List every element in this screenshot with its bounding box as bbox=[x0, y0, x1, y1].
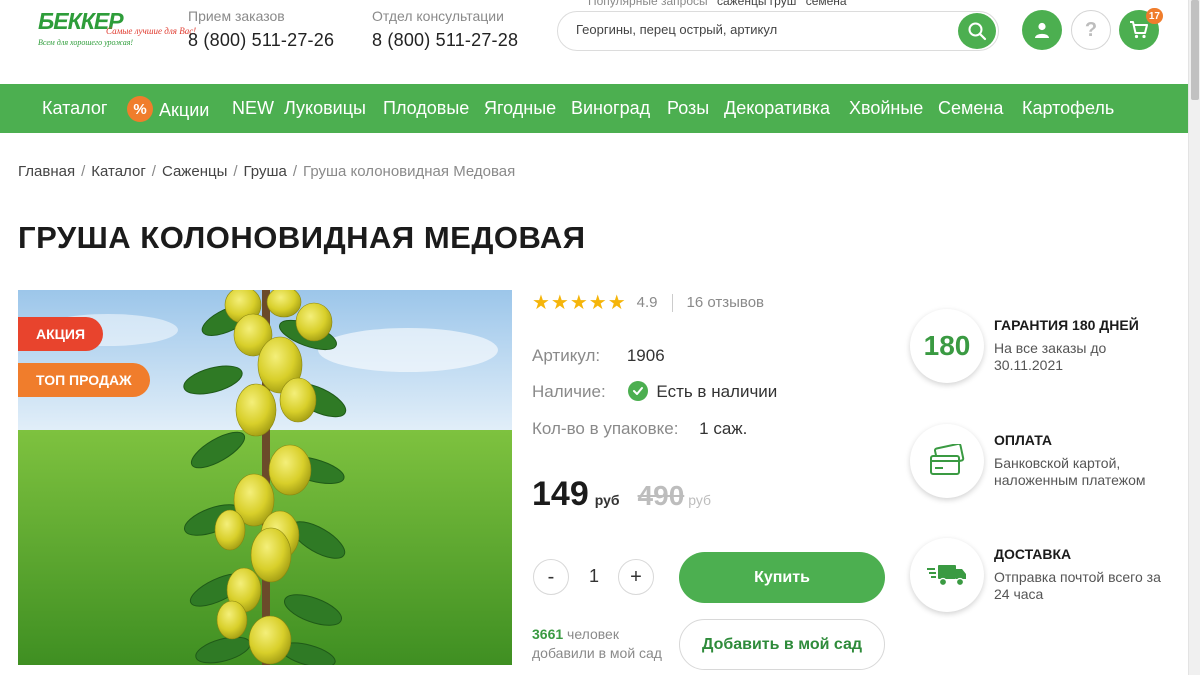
buy-button[interactable]: Купить bbox=[679, 552, 885, 603]
availability-label: Наличие: bbox=[532, 382, 606, 401]
breadcrumb-current: Груша колоновидная Медовая bbox=[303, 163, 516, 180]
question-icon: ? bbox=[1084, 18, 1098, 41]
guarantee-days-value: 180 bbox=[923, 330, 971, 361]
added-to-garden-count: 3661 человек добавили в мой сад bbox=[532, 625, 662, 663]
order-phone-number[interactable]: 8 (800) 511-27-26 bbox=[188, 30, 334, 51]
check-icon bbox=[628, 380, 649, 401]
nav-item-catalog[interactable]: Каталог bbox=[42, 98, 107, 119]
rating-divider bbox=[671, 293, 673, 312]
availability-row: Наличие: Есть в наличии bbox=[532, 380, 778, 403]
nav-item-potatoes[interactable]: Картофель bbox=[1022, 98, 1114, 119]
user-icon bbox=[1035, 22, 1049, 38]
cart-icon bbox=[1130, 21, 1148, 39]
payment-title: ОПЛАТА bbox=[994, 432, 1052, 448]
main-nav: Каталог % Акции NEW Луковицы Плодовые Яго… bbox=[0, 84, 1188, 133]
payment-text: Банковской картой, наложенным платежом bbox=[994, 455, 1146, 488]
qty-increase-button[interactable]: + bbox=[618, 559, 654, 595]
nav-item-promo-label: Акции bbox=[159, 99, 210, 120]
site-logo[interactable]: БЕККЕР Самые лучшие для Вас! Всем для хо… bbox=[36, 8, 196, 48]
nav-item-berries[interactable]: Ягодные bbox=[484, 98, 556, 119]
qty-decrease-button[interactable]: - bbox=[533, 559, 569, 595]
consult-phone-label: Отдел консультации bbox=[372, 8, 504, 24]
pack-qty-row: Кол-во в упаковке: 1 саж. bbox=[532, 419, 747, 439]
site-header: БЕККЕР Самые лучшие для Вас! Всем для хо… bbox=[0, 0, 1188, 84]
price-old-currency: руб bbox=[688, 492, 712, 508]
nav-item-fruit[interactable]: Плодовые bbox=[383, 98, 469, 119]
nav-item-promo[interactable]: % Акции bbox=[127, 96, 210, 124]
search-icon bbox=[968, 22, 987, 41]
added-count-text: человек bbox=[567, 626, 619, 642]
nav-item-decorative[interactable]: Декоративка bbox=[724, 98, 830, 119]
price-old: 490 bbox=[637, 480, 685, 511]
pack-qty-value: 1 саж. bbox=[699, 419, 748, 438]
page-title: ГРУША КОЛОНОВИДНАЯ МЕДОВАЯ bbox=[18, 220, 586, 255]
pack-qty-label: Кол-во в упаковке: bbox=[532, 419, 679, 438]
help-button[interactable]: ? bbox=[1071, 10, 1111, 50]
delivery-truck-icon bbox=[927, 565, 966, 587]
sku-row: Артикул: 1906 bbox=[532, 346, 665, 366]
search-bar bbox=[557, 11, 999, 51]
account-button[interactable] bbox=[1022, 10, 1062, 50]
price-currency: руб bbox=[594, 492, 620, 508]
added-count-text-2: добавили в мой сад bbox=[532, 645, 662, 661]
price-current: 149 bbox=[532, 475, 589, 513]
sale-tag: АКЦИЯ bbox=[18, 317, 104, 351]
delivery-text: Отправка почтой всего за 24 часа bbox=[994, 569, 1161, 602]
rating-value: 4.9 bbox=[636, 294, 658, 311]
nav-item-new[interactable]: NEW bbox=[232, 98, 274, 119]
nav-item-seeds[interactable]: Семена bbox=[938, 98, 1003, 119]
order-phone-block: Прием заказов 8 (800) 511-27-26 bbox=[188, 8, 334, 51]
percent-icon: % bbox=[127, 96, 153, 122]
breadcrumb-separator: / bbox=[292, 163, 298, 180]
nav-item-roses[interactable]: Розы bbox=[667, 98, 709, 119]
price-block: 149 руб 490 руб bbox=[532, 475, 711, 514]
guarantee-badge: 180 bbox=[910, 309, 984, 383]
qty-value[interactable]: 1 bbox=[582, 566, 606, 587]
product-image[interactable]: АКЦИЯ ТОП ПРОДАЖ bbox=[18, 290, 512, 665]
consult-phone-number[interactable]: 8 (800) 511-27-28 bbox=[372, 30, 518, 51]
breadcrumb: Главная / Каталог / Саженцы / Груша / Груша коло… bbox=[18, 163, 515, 180]
consult-phone-block: Отдел консультации 8 (800) 511-27-28 bbox=[372, 8, 518, 51]
payment-badge bbox=[910, 424, 984, 498]
breadcrumb-separator: / bbox=[233, 163, 238, 180]
sku-label: Артикул: bbox=[532, 346, 601, 365]
delivery-badge bbox=[910, 538, 984, 612]
search-button[interactable] bbox=[958, 13, 996, 49]
breadcrumb-separator: / bbox=[151, 163, 156, 180]
credit-card-icon bbox=[930, 444, 965, 475]
rating-stars-icon: ★★★★★ bbox=[532, 292, 627, 314]
order-phone-label: Прием заказов bbox=[188, 8, 285, 24]
guarantee-text: На все заказы до 30.11.2021 bbox=[994, 340, 1107, 373]
page-scrollbar[interactable] bbox=[1188, 0, 1200, 675]
guarantee-title: ГАРАНТИЯ 180 ДНЕЙ bbox=[994, 317, 1139, 333]
product-rating: ★★★★★ 4.9 16 отзывов bbox=[532, 290, 764, 315]
cart-count-badge: 17 bbox=[1145, 8, 1163, 24]
breadcrumb-link[interactable]: Каталог bbox=[91, 163, 146, 180]
bestseller-tag: ТОП ПРОДАЖ bbox=[18, 363, 150, 397]
nav-item-bulbs[interactable]: Луковицы bbox=[284, 98, 366, 119]
search-input[interactable] bbox=[576, 22, 936, 37]
popular-query-link[interactable]: саженцы груш bbox=[717, 0, 796, 8]
availability-value: Есть в наличии bbox=[656, 382, 778, 401]
delivery-title: ДОСТАВКА bbox=[994, 546, 1072, 562]
breadcrumb-separator: / bbox=[81, 163, 86, 180]
cart-button[interactable]: 17 bbox=[1119, 8, 1163, 50]
add-to-garden-button[interactable]: Добавить в мой сад bbox=[679, 619, 885, 670]
breadcrumb-link[interactable]: Груша bbox=[244, 163, 287, 180]
nav-item-grapes[interactable]: Виноград bbox=[571, 98, 650, 119]
nav-item-conifers[interactable]: Хвойные bbox=[849, 98, 923, 119]
popular-queries: Популярные запросы саженцы груш семена bbox=[588, 0, 847, 8]
popular-query-link[interactable]: семена bbox=[806, 0, 847, 8]
added-count-value: 3661 bbox=[532, 626, 564, 642]
scrollbar-thumb[interactable] bbox=[1191, 0, 1199, 100]
logo-subtitle: Всем для хорошего урожая! bbox=[38, 38, 134, 47]
popular-queries-label: Популярные запросы bbox=[588, 0, 708, 8]
sku-value: 1906 bbox=[626, 346, 665, 365]
breadcrumb-link[interactable]: Саженцы bbox=[162, 163, 227, 180]
reviews-link[interactable]: 16 отзывов bbox=[687, 294, 765, 311]
logo-slogan: Самые лучшие для Вас! bbox=[106, 26, 197, 36]
breadcrumb-link[interactable]: Главная bbox=[18, 163, 75, 180]
